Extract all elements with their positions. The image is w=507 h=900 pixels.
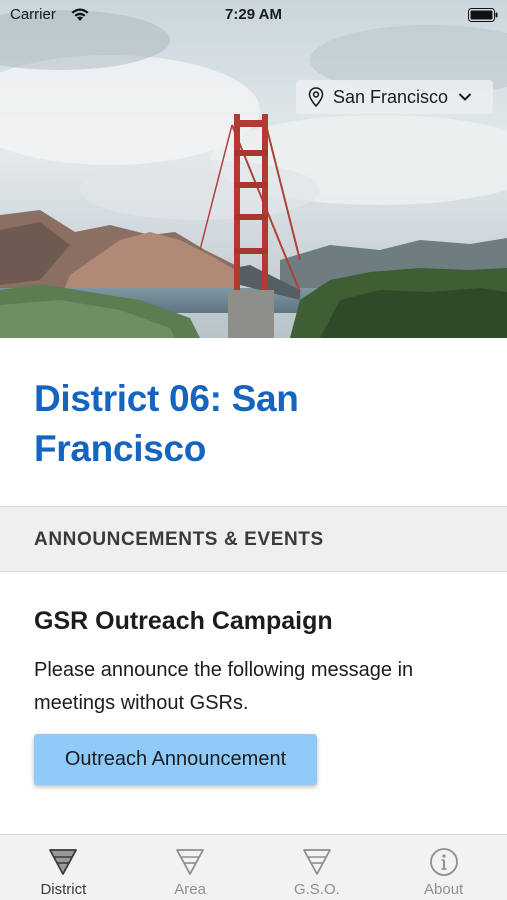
section-header: ANNOUNCEMENTS & EVENTS	[0, 506, 507, 572]
tab-about[interactable]: About	[380, 835, 507, 900]
tab-district[interactable]: District	[0, 835, 127, 900]
triangle-stripes-icon	[176, 849, 205, 875]
announcement-body: Please announce the following message in…	[34, 659, 414, 714]
status-time: 7:29 AM	[225, 6, 282, 23]
tab-label: About	[424, 881, 464, 898]
golden-gate-bridge-photo	[0, 0, 507, 338]
battery-icon	[468, 8, 498, 22]
hero-image: Carrier 7:29 AM San Francisco	[0, 0, 507, 338]
location-selector[interactable]: San Francisco	[296, 80, 493, 114]
triangle-stripes-icon	[302, 849, 331, 875]
chevron-down-icon	[458, 93, 472, 101]
tab-label: Area	[174, 881, 206, 898]
info-circle-icon	[429, 848, 458, 876]
page-title: District 06: San Francisco	[34, 378, 299, 469]
outreach-announcement-button[interactable]: Outreach Announcement	[34, 734, 317, 785]
tab-bar: District Area G.S.O. About	[0, 834, 507, 900]
map-pin-icon	[308, 87, 324, 107]
triangle-stripes-icon	[49, 849, 78, 875]
location-label: San Francisco	[333, 86, 449, 107]
tab-label: District	[40, 881, 87, 898]
status-bar: Carrier 7:29 AM	[0, 0, 507, 30]
announcement-card: GSR Outreach Campaign Please announce th…	[0, 572, 507, 834]
section-header-label: ANNOUNCEMENTS & EVENTS	[34, 529, 324, 550]
announcement-title: GSR Outreach Campaign	[34, 607, 333, 635]
tab-gso[interactable]: G.S.O.	[254, 835, 381, 900]
tab-label: G.S.O.	[293, 881, 340, 898]
title-section: District 06: San Francisco	[0, 338, 507, 506]
tab-area[interactable]: Area	[127, 835, 254, 900]
